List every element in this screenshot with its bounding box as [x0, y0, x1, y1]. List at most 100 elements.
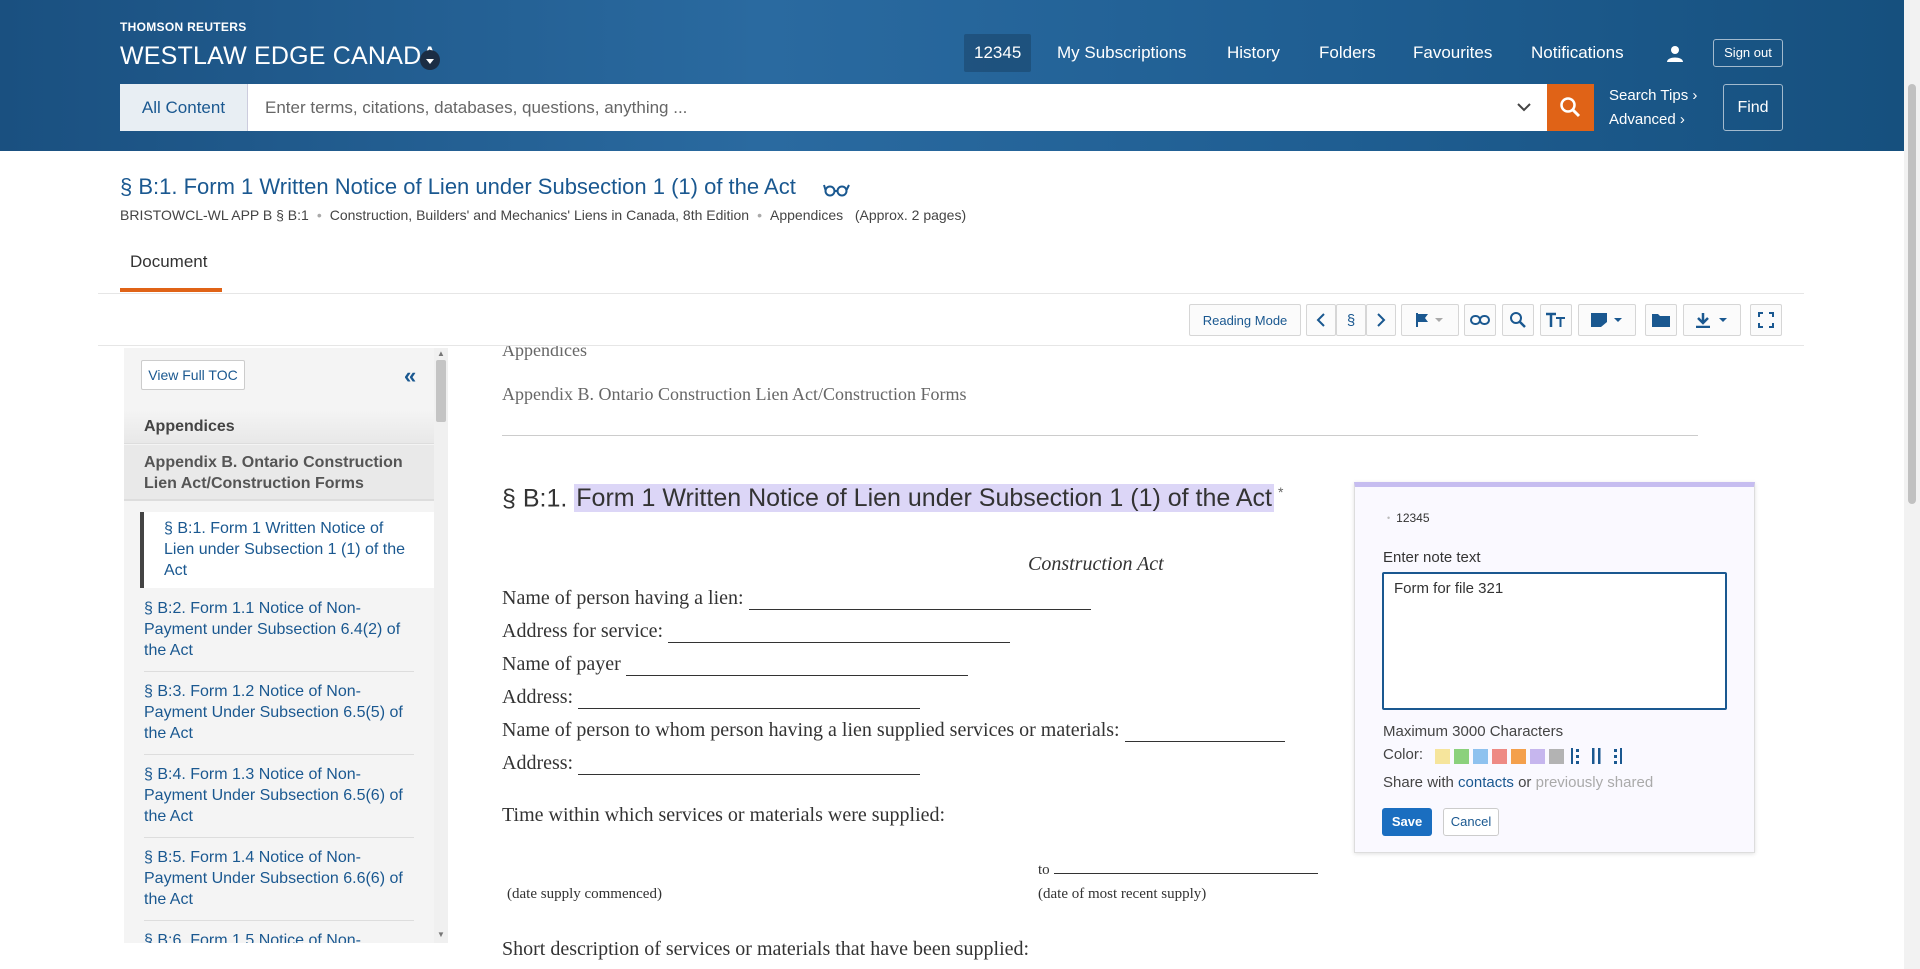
toc-scroll-thumb[interactable]: [436, 360, 446, 422]
note-color-label: Color:: [1383, 746, 1424, 763]
toc-item[interactable]: § B:4. Form 1.3 Notice of Non-Payment Un…: [144, 764, 414, 838]
sticky-note-icon: [1591, 313, 1622, 327]
toc-item-active[interactable]: § B:1. Form 1 Written Notice of Lien und…: [140, 512, 434, 588]
search-button[interactable]: [1547, 84, 1594, 131]
scroll-down-icon[interactable]: ▼: [437, 930, 445, 939]
tab-document[interactable]: Document: [120, 252, 222, 292]
highlighted-section-title[interactable]: Form 1 Written Notice of Lien under Subs…: [574, 484, 1274, 513]
download-button[interactable]: [1683, 304, 1741, 336]
save-to-folder-button[interactable]: [1645, 304, 1677, 336]
meta-citation: BRISTOWCL-WL APP B § B:1: [120, 207, 309, 223]
note-client-id: 12345: [1387, 511, 1429, 525]
meta-book: Construction, Builders' and Mechanics' L…: [329, 207, 750, 223]
form-line: Name of payer: [502, 653, 968, 676]
next-section-button[interactable]: [1366, 304, 1396, 336]
align-both-icon[interactable]: [1591, 747, 1603, 765]
nav-notifications[interactable]: Notifications: [1531, 34, 1624, 72]
search-scope-button[interactable]: All Content: [120, 84, 248, 131]
toc-item[interactable]: § B:3. Form 1.2 Notice of Non-Payment Un…: [144, 681, 414, 755]
flag-icon: [1416, 313, 1443, 327]
color-swatch-blue[interactable]: [1473, 749, 1488, 764]
chevron-down-icon[interactable]: [1515, 98, 1533, 116]
fullscreen-button[interactable]: [1750, 304, 1782, 336]
chevron-left-icon: [1316, 313, 1325, 327]
color-swatch-green[interactable]: [1454, 749, 1469, 764]
note-cancel-button[interactable]: Cancel: [1443, 808, 1499, 836]
time-within-label: Time within which services or materials …: [502, 804, 946, 826]
search-tips-link[interactable]: Search Tips ›: [1609, 84, 1697, 108]
search-input[interactable]: [248, 84, 1448, 131]
content-breadcrumb-appendices[interactable]: Appendices: [502, 346, 587, 361]
content-breadcrumb-appendix-b[interactable]: Appendix B. Ontario Construction Lien Ac…: [502, 384, 966, 405]
chevron-right-icon: [1377, 313, 1386, 327]
text-size-button[interactable]: [1540, 304, 1572, 336]
form-line: Name of person to whom person having a l…: [502, 719, 1285, 742]
to-label: to: [1038, 860, 1318, 879]
previously-shared-link[interactable]: previously shared: [1536, 774, 1654, 791]
find-button[interactable]: Find: [1723, 84, 1783, 131]
align-left-icon[interactable]: [1570, 747, 1582, 765]
date-commenced-label: (date supply commenced): [507, 886, 662, 902]
color-swatch-red[interactable]: [1492, 749, 1507, 764]
glasses-icon[interactable]: [823, 181, 851, 197]
form-line: Address:: [502, 752, 921, 775]
search-icon: [1510, 312, 1526, 328]
color-swatch-yellow[interactable]: [1435, 749, 1450, 764]
note-save-button[interactable]: Save: [1382, 808, 1432, 836]
sign-out-button[interactable]: Sign out: [1713, 39, 1783, 67]
link-button[interactable]: [1464, 304, 1496, 336]
client-id-button[interactable]: 12345: [964, 34, 1032, 72]
user-icon[interactable]: [1665, 44, 1685, 64]
reading-mode-button[interactable]: Reading Mode: [1189, 304, 1301, 336]
form-line: Address for service:: [502, 620, 1011, 643]
note-text-label: Enter note text: [1383, 549, 1481, 566]
scroll-up-icon[interactable]: ▲: [437, 349, 445, 358]
expand-icon: [1758, 312, 1774, 328]
brand-small: THOMSON REUTERS: [120, 20, 247, 34]
section-heading: § B:1. Form 1 Written Notice of Lien und…: [502, 484, 1283, 513]
toc-item[interactable]: § B:2. Form 1.1 Notice of Non-Payment un…: [144, 598, 414, 672]
page-scroll-thumb[interactable]: [1908, 84, 1916, 504]
advanced-search-link[interactable]: Advanced ›: [1609, 108, 1697, 132]
nav-history[interactable]: History: [1227, 34, 1280, 72]
section-button[interactable]: §: [1336, 304, 1366, 336]
toc-heading-appendix-b[interactable]: Appendix B. Ontario Construction Lien Ac…: [124, 445, 434, 501]
share-contacts-link[interactable]: contacts: [1458, 774, 1514, 791]
toc-scrollbar[interactable]: ▲ ▼: [434, 348, 448, 943]
toc-item[interactable]: § B:6. Form 1.5 Notice of Non-: [144, 930, 414, 943]
folder-icon: [1652, 314, 1670, 327]
nav-folders[interactable]: Folders: [1319, 34, 1376, 72]
color-swatch-purple[interactable]: [1530, 749, 1545, 764]
note-share-row: Share with contacts or previously shared: [1383, 774, 1654, 791]
align-right-icon[interactable]: [1612, 747, 1624, 765]
annotations-button[interactable]: [1578, 304, 1636, 336]
nav-favourites[interactable]: Favourites: [1413, 34, 1492, 72]
download-icon: [1696, 313, 1727, 328]
note-max-characters: Maximum 3000 Characters: [1383, 723, 1564, 740]
page-scrollbar[interactable]: [1904, 0, 1920, 969]
note-marker-icon[interactable]: *: [1278, 484, 1283, 500]
divider: [98, 293, 1804, 294]
view-full-toc-button[interactable]: View Full TOC: [141, 360, 245, 390]
search-icon: [1560, 97, 1581, 118]
document-meta: BRISTOWCL-WL APP B § B:1 • Construction, B…: [120, 207, 967, 223]
act-name: Construction Act: [1028, 553, 1164, 575]
color-swatch-gray[interactable]: [1549, 749, 1564, 764]
form-line: Name of person having a lien:: [502, 587, 1091, 610]
document-title: § B:1. Form 1 Written Notice of Lien und…: [120, 174, 796, 199]
collapse-toc-icon[interactable]: «: [404, 363, 416, 389]
date-recent-label: (date of most recent supply): [1038, 886, 1207, 902]
flag-button[interactable]: [1401, 304, 1459, 336]
toc-sidebar: View Full TOC « Appendices Appendix B. O…: [124, 348, 434, 943]
note-popup: 12345 Enter note text Form for file 321 …: [1354, 482, 1755, 853]
nav-my-subscriptions[interactable]: My Subscriptions: [1057, 34, 1186, 72]
toc-heading-appendices[interactable]: Appendices: [124, 410, 434, 444]
previous-section-button[interactable]: [1306, 304, 1336, 336]
meta-pages: (Approx. 2 pages): [854, 207, 967, 223]
find-in-document-button[interactable]: [1502, 304, 1534, 336]
divider: [502, 435, 1698, 436]
toc-item[interactable]: § B:5. Form 1.4 Notice of Non-Payment Un…: [144, 847, 414, 921]
note-text-input[interactable]: Form for file 321: [1382, 572, 1727, 710]
text-size-icon: [1546, 312, 1565, 327]
color-swatch-orange[interactable]: [1511, 749, 1526, 764]
